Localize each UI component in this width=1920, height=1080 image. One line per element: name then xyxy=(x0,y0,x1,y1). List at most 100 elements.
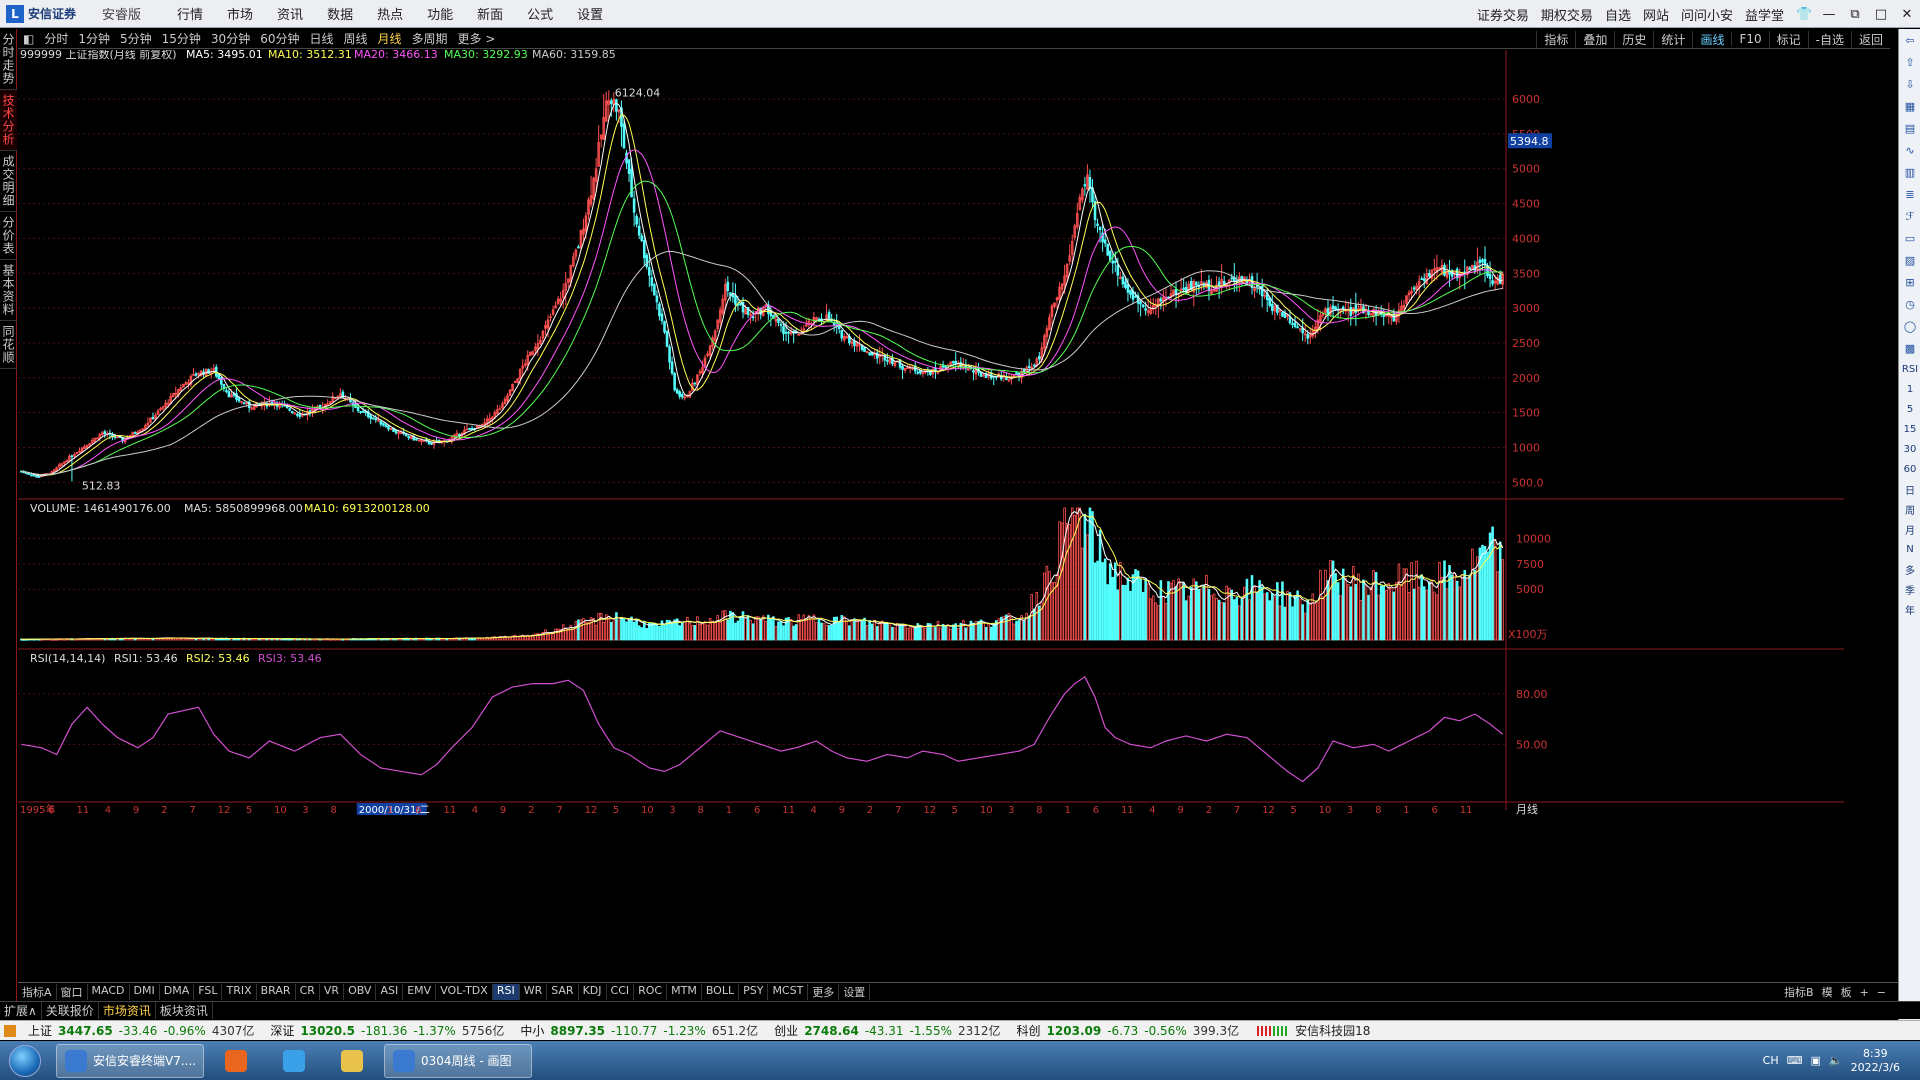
titlebar-link[interactable]: 期权交易 xyxy=(1535,5,1599,24)
tool-button[interactable]: 叠加 xyxy=(1575,30,1614,48)
menu-item[interactable]: 设置 xyxy=(565,4,615,23)
list-icon[interactable]: ≣ xyxy=(1899,183,1920,205)
indicator-tab[interactable]: CCI xyxy=(607,983,635,1000)
taskbar-task[interactable]: 0304周线 - 画图 xyxy=(384,1043,532,1078)
circle-icon[interactable]: ◯ xyxy=(1899,315,1920,337)
menu-item[interactable]: 功能 xyxy=(415,4,465,23)
arrow-down-icon[interactable]: ⇩ xyxy=(1899,73,1920,95)
indicator-tab[interactable]: WR xyxy=(520,983,548,1000)
chart-area[interactable]: 6000550050004500400035003000250020001500… xyxy=(18,50,1844,970)
period-shortcut[interactable]: 季 xyxy=(1899,579,1920,599)
left-tab[interactable]: 分价表 xyxy=(0,212,17,260)
candle-icon[interactable]: ▥ xyxy=(1899,161,1920,183)
indicator-tab[interactable]: ROC xyxy=(634,983,668,1000)
period-shortcut[interactable]: 日 xyxy=(1899,479,1920,499)
indicator-tab[interactable]: TRIX xyxy=(222,983,257,1000)
indicator-tab[interactable]: BRAR xyxy=(257,983,296,1000)
period-tab[interactable]: 分时 xyxy=(39,30,73,47)
ext-tab[interactable]: 板块资讯 xyxy=(156,1002,213,1019)
start-button[interactable] xyxy=(0,1041,50,1080)
titlebar-link[interactable]: 益学堂 xyxy=(1739,5,1790,24)
menu-item[interactable]: 新面 xyxy=(465,4,515,23)
maximize-button[interactable]: □ xyxy=(1868,7,1894,22)
period-shortcut[interactable]: 5 xyxy=(1899,399,1920,419)
arrow-left-icon[interactable]: ⇦ xyxy=(1899,29,1920,51)
indicator-tab[interactable]: MTM xyxy=(667,983,702,1000)
ticker-item[interactable]: 创业 2748.64 -43.31 -1.55% 2312亿 xyxy=(766,1022,1008,1039)
indicator-tab[interactable]: EMV xyxy=(403,983,437,1000)
chart2-icon[interactable]: ▨ xyxy=(1899,249,1920,271)
period-shortcut[interactable]: 多 xyxy=(1899,559,1920,579)
indicator-tab[interactable]: KDJ xyxy=(579,983,607,1000)
left-tab[interactable]: 基本资料 xyxy=(0,260,17,321)
ticker-item[interactable]: 上证 3447.65 -33.46 -0.96% 4307亿 xyxy=(20,1022,262,1039)
left-tab[interactable]: 技术分析 xyxy=(0,90,17,151)
fq-icon[interactable]: ⊞ xyxy=(1899,271,1920,293)
period-tab[interactable]: 60分钟 xyxy=(255,30,304,47)
titlebar-link[interactable]: 自选 xyxy=(1599,5,1637,24)
menu-item[interactable]: 公式 xyxy=(515,4,565,23)
indicator-tab[interactable]: DMA xyxy=(160,983,195,1000)
indicator-tab[interactable]: 更多 xyxy=(808,983,840,1000)
network-icon[interactable]: ▣ xyxy=(1810,1054,1820,1067)
indicator-tab[interactable]: DMI xyxy=(130,983,160,1000)
left-tab[interactable]: 分时走势 xyxy=(0,29,17,90)
f-icon[interactable]: ℱ xyxy=(1899,205,1920,227)
ticker-item[interactable]: 科创 1203.09 -6.73 -0.56% 399.3亿 xyxy=(1009,1022,1248,1039)
period-tab[interactable]: 更多 > xyxy=(453,30,501,47)
indicator-right-button[interactable]: − xyxy=(1873,986,1890,999)
titlebar-link[interactable]: 网站 xyxy=(1637,5,1675,24)
indicator-tab[interactable]: RSI xyxy=(492,983,520,1000)
indicator-tab[interactable]: BOLL xyxy=(702,983,740,1000)
indicator-tab[interactable]: VR xyxy=(320,983,345,1000)
indicator-tab[interactable]: FSL xyxy=(194,983,223,1000)
indicator-right-button[interactable]: 指标B xyxy=(1780,984,1818,1000)
titlebar-link[interactable]: 问问小安 xyxy=(1675,5,1739,24)
indicator-tab[interactable]: 设置 xyxy=(839,983,871,1000)
period-tab[interactable]: 日线 xyxy=(304,30,338,47)
ext-tab[interactable]: 市场资讯 xyxy=(99,1002,156,1019)
line-icon[interactable]: ∿ xyxy=(1899,139,1920,161)
shirt-icon-button[interactable]: 👕 xyxy=(1790,7,1816,22)
period-tab[interactable]: 15分钟 xyxy=(157,30,206,47)
taskbar-task[interactable] xyxy=(326,1044,378,1078)
left-tab[interactable]: 成交明细 xyxy=(0,151,17,212)
period-shortcut[interactable]: 月 xyxy=(1899,519,1920,539)
indicator-right-button[interactable]: + xyxy=(1856,986,1873,999)
tool-button[interactable]: 画线 xyxy=(1692,30,1731,48)
menu-item[interactable]: 数据 xyxy=(315,4,365,23)
period-shortcut[interactable]: N xyxy=(1899,539,1920,559)
restore-button[interactable]: ⧉ xyxy=(1842,7,1868,22)
titlebar-link[interactable]: 证券交易 xyxy=(1471,5,1535,24)
layout-toggle-icon[interactable]: ◧ xyxy=(18,32,39,46)
period-tab[interactable]: 1分钟 xyxy=(73,30,115,47)
menu-item[interactable]: 热点 xyxy=(365,4,415,23)
period-shortcut[interactable]: 周 xyxy=(1899,499,1920,519)
tool-button[interactable]: 历史 xyxy=(1614,30,1653,48)
doc-icon[interactable]: ▭ xyxy=(1899,227,1920,249)
ext-tab[interactable]: 关联报价 xyxy=(42,1002,99,1019)
indicator-tab[interactable]: SAR xyxy=(547,983,579,1000)
close-button[interactable]: ✕ xyxy=(1894,7,1920,22)
indicator-right-button[interactable]: 模 xyxy=(1818,984,1837,1000)
ext-tab[interactable]: 扩展∧ xyxy=(0,1002,42,1019)
keyboard-icon[interactable]: ⌨ xyxy=(1787,1054,1803,1067)
menu-item[interactable]: 资讯 xyxy=(265,4,315,23)
taskbar-task[interactable]: 安信安睿终端V7.... xyxy=(56,1043,204,1078)
left-tab[interactable]: 同花顺 xyxy=(0,321,17,369)
period-shortcut[interactable]: 60 xyxy=(1899,459,1920,479)
period-shortcut[interactable]: 15 xyxy=(1899,419,1920,439)
indicator-tab[interactable]: 指标A xyxy=(18,983,57,1000)
chart3-icon[interactable]: ▩ xyxy=(1899,337,1920,359)
tool-button[interactable]: 指标 xyxy=(1536,30,1575,48)
indicator-tab[interactable]: PSY xyxy=(739,983,769,1000)
period-shortcut[interactable]: 30 xyxy=(1899,439,1920,459)
ticker-extra[interactable]: 安信科技园18 xyxy=(1295,1022,1370,1039)
table-icon[interactable]: ▦ xyxy=(1899,95,1920,117)
indicator-tab[interactable]: OBV xyxy=(344,983,377,1000)
indicator-right-button[interactable]: 板 xyxy=(1837,984,1856,1000)
period-tab[interactable]: 月线 xyxy=(373,30,407,47)
taskbar-task[interactable] xyxy=(210,1044,262,1078)
kline-chart[interactable]: 6000550050004500400035003000250020001500… xyxy=(18,50,1844,970)
clock-icon[interactable]: ◷ xyxy=(1899,293,1920,315)
